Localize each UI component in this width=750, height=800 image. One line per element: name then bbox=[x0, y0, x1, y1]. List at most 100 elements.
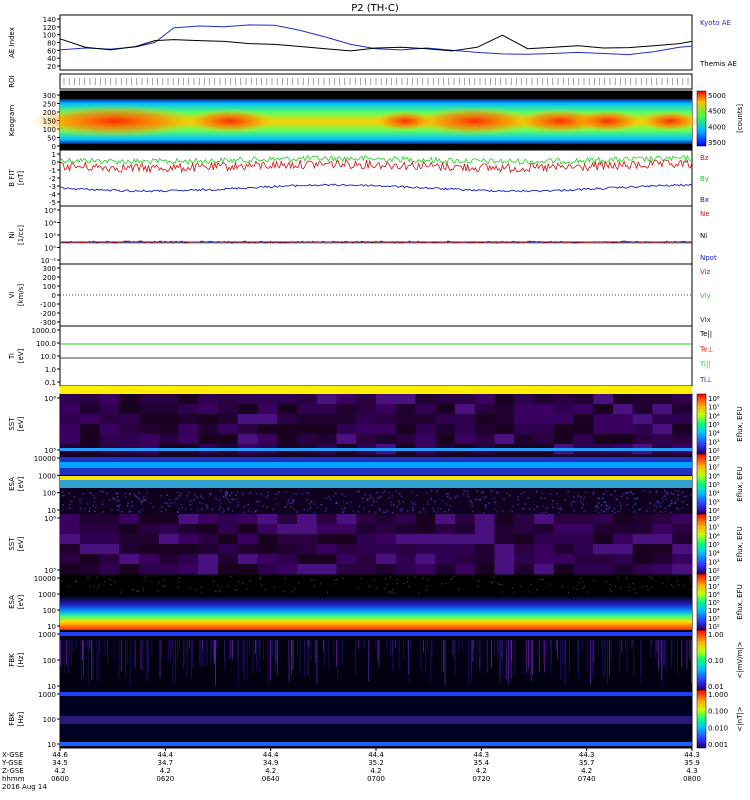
esa2-colorbar-tick: 10⁵ bbox=[708, 599, 720, 607]
sst2-cell bbox=[573, 564, 594, 575]
esa2-colorbar-tick: 10⁴ bbox=[708, 607, 720, 615]
esa2-noise-dot bbox=[441, 583, 443, 585]
sst2-cell bbox=[119, 554, 140, 565]
sst2-cell bbox=[237, 564, 258, 575]
xaxis-tick-label-x: 44.4 bbox=[158, 751, 174, 759]
esa1-noise-dot bbox=[234, 498, 237, 501]
esa1-noise-dot bbox=[665, 498, 668, 500]
esa1-noise-dot bbox=[108, 499, 111, 501]
esa2-noise-dot bbox=[392, 588, 394, 591]
esa1-noise-dot bbox=[146, 492, 148, 494]
sst2-cell bbox=[494, 534, 515, 545]
esa1-noise-dot bbox=[659, 501, 662, 504]
sst1-cell bbox=[494, 434, 515, 445]
sst2-cell bbox=[632, 514, 653, 525]
sst2-cell bbox=[158, 534, 179, 545]
sst2-cell bbox=[139, 554, 160, 565]
sst2-cell bbox=[395, 564, 416, 575]
esa1-noise-dot bbox=[135, 496, 138, 498]
esa1-noise-dot bbox=[517, 495, 520, 498]
esa2-noise-dot bbox=[445, 582, 447, 585]
sst2-cell bbox=[316, 514, 337, 525]
sst2-cell bbox=[652, 524, 673, 535]
esa1-noise-dot bbox=[375, 511, 377, 514]
sst1-cell bbox=[652, 394, 673, 405]
esa1-noise-dot bbox=[222, 511, 225, 513]
ni-ytick-label: 10⁻² bbox=[41, 257, 57, 265]
esa1-noise-dot bbox=[571, 501, 573, 504]
xaxis-row-label: X-GSE bbox=[2, 751, 24, 759]
sst2-cell bbox=[277, 524, 298, 535]
sst1-cell bbox=[672, 424, 693, 435]
esa1-noise-dot bbox=[419, 511, 421, 513]
sst2-cell bbox=[593, 524, 614, 535]
esa1-noise-dot bbox=[366, 499, 368, 501]
esa1-noise-dot bbox=[362, 501, 364, 503]
esa1-noise-dot bbox=[82, 493, 85, 495]
esa2-noise-dot bbox=[617, 576, 620, 579]
esa1-noise-dot bbox=[400, 508, 403, 510]
esa2-noise-dot bbox=[283, 590, 286, 592]
esa1-noise-dot bbox=[361, 497, 364, 500]
sst2-cell bbox=[573, 524, 594, 535]
esa1-noise-dot bbox=[68, 492, 71, 494]
esa1-noise-dot bbox=[226, 493, 229, 496]
esa1-noise-dot bbox=[344, 495, 347, 498]
esa1-noise-dot bbox=[410, 491, 413, 494]
esa1-noise-dot bbox=[681, 491, 684, 494]
esa1-noise-dot bbox=[528, 508, 531, 510]
esa1-noise-dot bbox=[653, 509, 656, 512]
esa2-noise-dot bbox=[291, 591, 293, 593]
esa1-noise-dot bbox=[371, 504, 373, 506]
ni-ytick-label: 10² bbox=[44, 232, 56, 240]
esa1-noise-dot bbox=[601, 509, 603, 512]
esa1-noise-dot bbox=[141, 500, 143, 503]
esa1-noise-dot bbox=[260, 493, 262, 495]
esa1-noise-dot bbox=[524, 503, 527, 505]
esa1-noise-dot bbox=[600, 504, 603, 506]
sst1-cell bbox=[435, 394, 456, 405]
sst1-cell bbox=[613, 424, 634, 435]
esa1-noise-dot bbox=[364, 494, 366, 496]
bfit-ytick-label: 0 bbox=[52, 159, 56, 167]
esa1-noise-dot bbox=[309, 506, 312, 509]
esa1-noise-dot bbox=[484, 504, 487, 507]
keogram-ytick-label: 250 bbox=[43, 101, 56, 109]
esa2-noise-dot bbox=[385, 578, 387, 580]
esa1-noise-dot bbox=[176, 497, 179, 500]
sst1-cell bbox=[79, 394, 100, 405]
esa1-noise-dot bbox=[655, 491, 658, 493]
esa1-noise-dot bbox=[285, 490, 287, 493]
sst2-cell bbox=[553, 554, 574, 565]
sst1-cell bbox=[336, 414, 357, 425]
esa1-noise-dot bbox=[138, 497, 140, 499]
sst1-cell bbox=[198, 414, 219, 425]
sst1-cell bbox=[415, 394, 436, 405]
esa2-noise-dot bbox=[227, 585, 229, 587]
esa1-noise-dot bbox=[545, 511, 547, 514]
esa1-noise-dot bbox=[471, 501, 473, 504]
sst1-cell bbox=[139, 404, 160, 415]
keogram-aurora-patch bbox=[185, 109, 275, 133]
sst2-cell bbox=[455, 564, 476, 575]
sst2-cell bbox=[632, 554, 653, 565]
esa1-noise-dot bbox=[412, 502, 414, 505]
esa1-noise-dot bbox=[292, 500, 294, 502]
sst1-colorbar-label: Eflux, EFU bbox=[736, 406, 744, 441]
ae-ytick-label: 80 bbox=[47, 40, 56, 48]
esa1-noise-dot bbox=[598, 511, 600, 514]
sst2-cell bbox=[376, 564, 397, 575]
esa1-noise-dot bbox=[368, 510, 370, 513]
esa1-noise-dot bbox=[527, 497, 530, 499]
sst1-cell bbox=[395, 414, 416, 425]
esa2-colorbar-label-group: Eflux, EFU bbox=[736, 584, 744, 619]
sst1-cell bbox=[356, 414, 377, 425]
esa1-noise-dot bbox=[608, 505, 611, 508]
esa1-noise-dot bbox=[79, 501, 82, 503]
esa1-noise-dot bbox=[379, 497, 381, 499]
sst1-cell bbox=[415, 434, 436, 445]
esa1-noise-dot bbox=[533, 508, 536, 511]
esa1-noise-dot bbox=[118, 506, 120, 508]
esa1-noise-dot bbox=[494, 508, 497, 510]
sst1-cell bbox=[573, 404, 594, 415]
